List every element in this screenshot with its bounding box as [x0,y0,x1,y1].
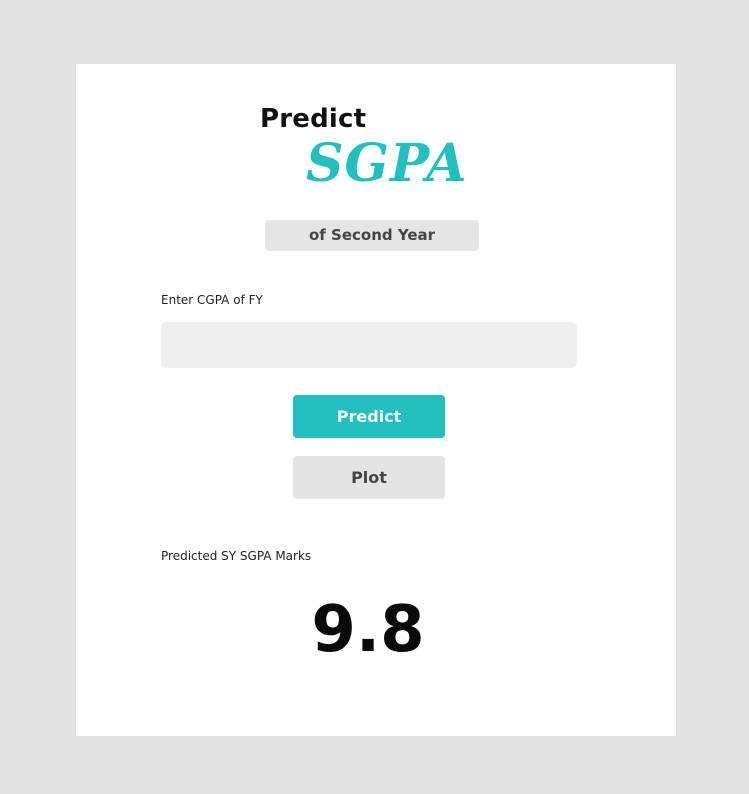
predict-card: Predict SGPA of Second Year Enter CGPA o… [76,64,676,736]
title-sgpa: SGPA [306,133,468,194]
cgpa-input[interactable] [161,322,577,368]
plot-button[interactable]: Plot [293,456,445,499]
cgpa-input-label: Enter CGPA of FY [161,293,263,307]
title-predict: Predict [260,104,367,134]
subtitle-badge: of Second Year [265,220,479,251]
result-label: Predicted SY SGPA Marks [161,549,312,563]
result-value: 9.8 [311,593,425,667]
predict-button[interactable]: Predict [293,395,445,438]
